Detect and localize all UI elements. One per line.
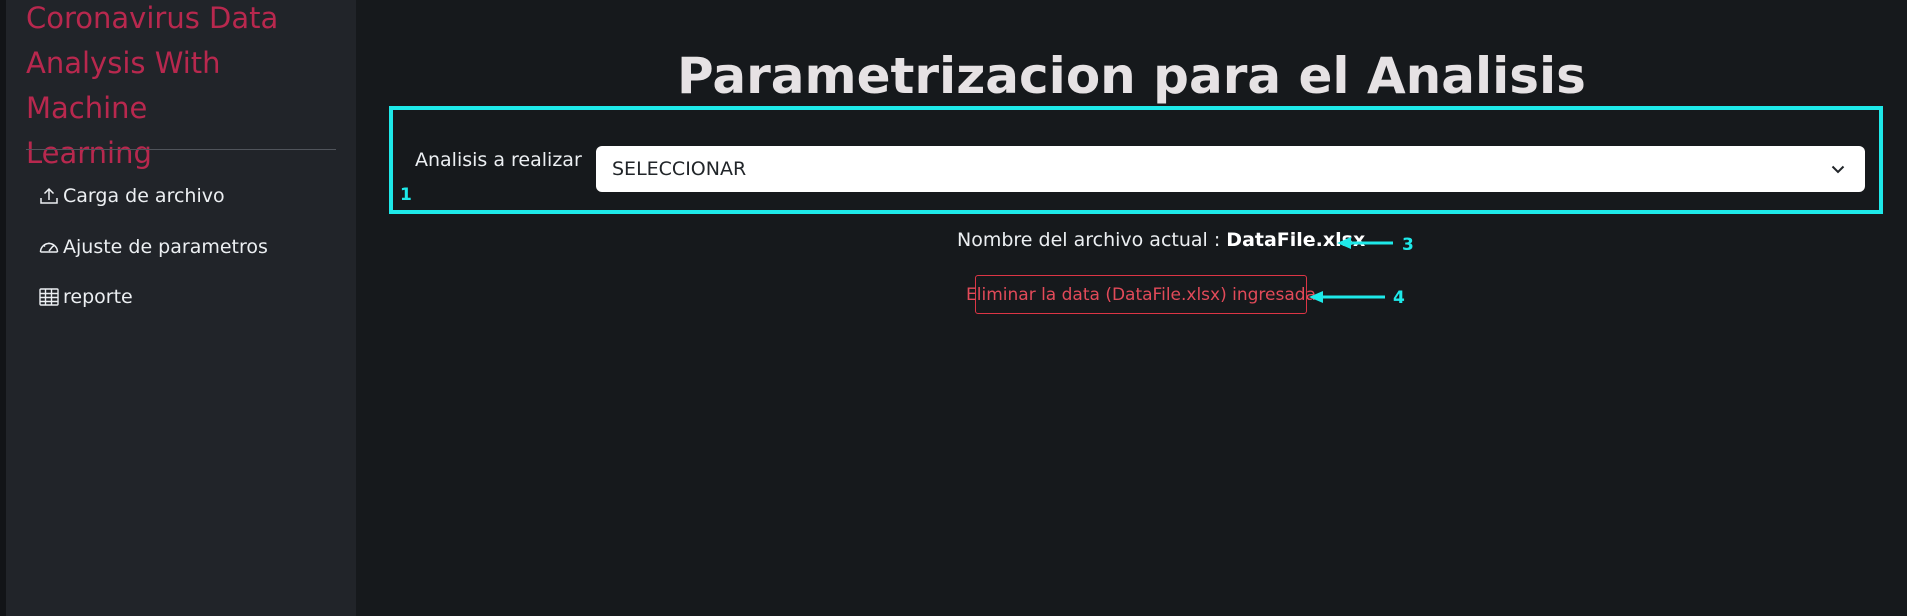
annotation-number: 4	[1393, 288, 1405, 308]
analysis-select[interactable]: SELECCIONAR	[596, 146, 1865, 192]
speedometer-icon	[39, 242, 59, 253]
annotation-arrow-icon	[1337, 237, 1393, 249]
brand-line: Coronavirus Data	[26, 1, 279, 35]
table-icon	[39, 288, 59, 306]
current-file-prefix: Nombre del archivo actual :	[957, 229, 1227, 251]
annotation-number: 1	[400, 185, 412, 205]
annotation-arrow-icon	[1309, 291, 1385, 303]
sidebar-divider	[26, 149, 336, 150]
annotation-number: 3	[1402, 235, 1414, 255]
brand-line: Analysis With Machine	[26, 46, 221, 125]
sidebar-item-reporte[interactable]: reporte	[38, 282, 133, 312]
delete-data-button[interactable]: Eliminar la data (DataFile.xlsx) ingresa…	[966, 275, 1316, 314]
chevron-down-icon	[1831, 165, 1845, 174]
sidebar-item-label: reporte	[63, 286, 133, 308]
sidebar-item-carga-de-archivo[interactable]: Carga de archivo	[38, 181, 225, 211]
analysis-select-value: SELECCIONAR	[612, 158, 747, 180]
brand-line: Learning	[26, 136, 152, 170]
current-file-text: Nombre del archivo actual : DataFile.xls…	[957, 229, 1365, 251]
sidebar-item-ajuste-de-parametros[interactable]: Ajuste de parametros	[38, 232, 268, 262]
page-title: Parametrizacion para el Analisis	[677, 47, 1586, 105]
sidebar-item-label: Carga de archivo	[63, 185, 225, 207]
sidebar-item-label: Ajuste de parametros	[63, 236, 268, 258]
upload-icon	[40, 187, 58, 204]
app-window: Coronavirus Data Analysis With Machine L…	[0, 0, 1907, 616]
analysis-label: Analisis a realizar	[415, 149, 582, 171]
